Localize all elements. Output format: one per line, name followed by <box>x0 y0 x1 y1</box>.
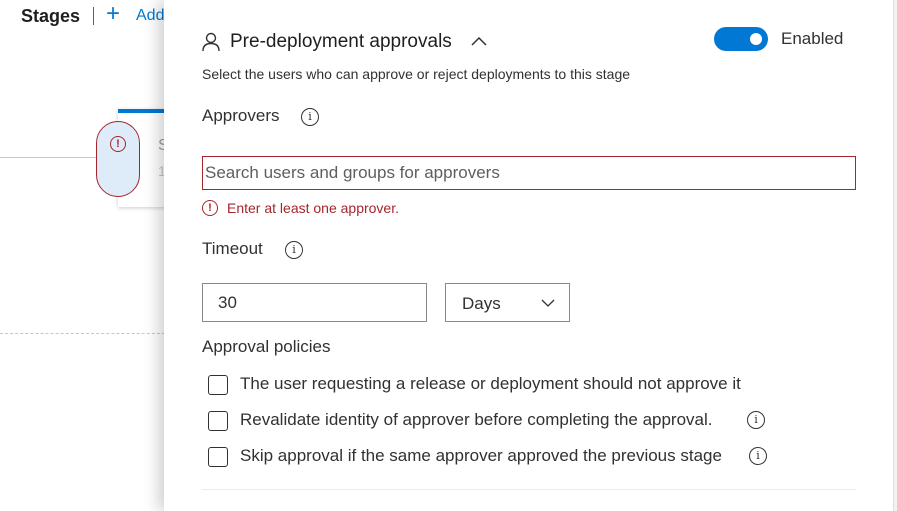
section-divider <box>202 489 856 490</box>
pipeline-connector <box>0 157 110 158</box>
panel-title[interactable]: Pre-deployment approvals <box>230 31 452 53</box>
timeout-unit-dropdown[interactable]: Days <box>445 283 570 322</box>
timeout-unit-value: Days <box>462 294 501 313</box>
error-icon: ! <box>110 136 126 152</box>
pre-deployment-approvals-panel: Pre-deployment approvals Enabled Select … <box>164 0 897 511</box>
policy-label: Skip approval if the same approver appro… <box>240 446 722 465</box>
chevron-up-icon[interactable] <box>470 34 488 48</box>
timeout-info-icon[interactable]: i <box>285 241 303 259</box>
dashed-divider <box>0 333 170 334</box>
error-icon: ! <box>202 200 218 216</box>
timeout-input[interactable] <box>202 283 427 322</box>
approvers-error-message: Enter at least one approver. <box>227 200 399 216</box>
policy-checkbox[interactable] <box>208 411 228 431</box>
user-icon <box>202 32 220 52</box>
header-separator <box>93 7 94 25</box>
panel-subtitle: Select the users who can approve or reje… <box>202 66 631 82</box>
approval-policies-label: Approval policies <box>202 337 331 356</box>
add-icon[interactable]: + <box>106 2 120 26</box>
add-stage-button[interactable]: Add <box>136 7 164 25</box>
policy-label: The user requesting a release or deploym… <box>240 374 741 393</box>
revalidate-info-icon[interactable]: i <box>747 411 765 429</box>
panel-scrollbar[interactable] <box>893 0 897 511</box>
toggle-label: Enabled <box>781 29 844 48</box>
policy-checkbox[interactable] <box>208 375 228 395</box>
skip-approval-info-icon[interactable]: i <box>749 447 767 465</box>
approvers-info-icon[interactable]: i <box>301 108 319 126</box>
toggle-knob <box>750 33 762 45</box>
timeout-label: Timeout <box>202 239 263 258</box>
approvers-search-input[interactable] <box>202 156 856 190</box>
stages-title: Stages <box>21 6 81 26</box>
pre-deployment-conditions-button[interactable]: ! <box>96 121 140 197</box>
policy-label: Revalidate identity of approver before c… <box>240 410 713 429</box>
policy-checkbox[interactable] <box>208 447 228 467</box>
enabled-toggle[interactable] <box>714 27 768 51</box>
chevron-down-icon <box>541 299 555 307</box>
approvers-label: Approvers <box>202 106 280 125</box>
